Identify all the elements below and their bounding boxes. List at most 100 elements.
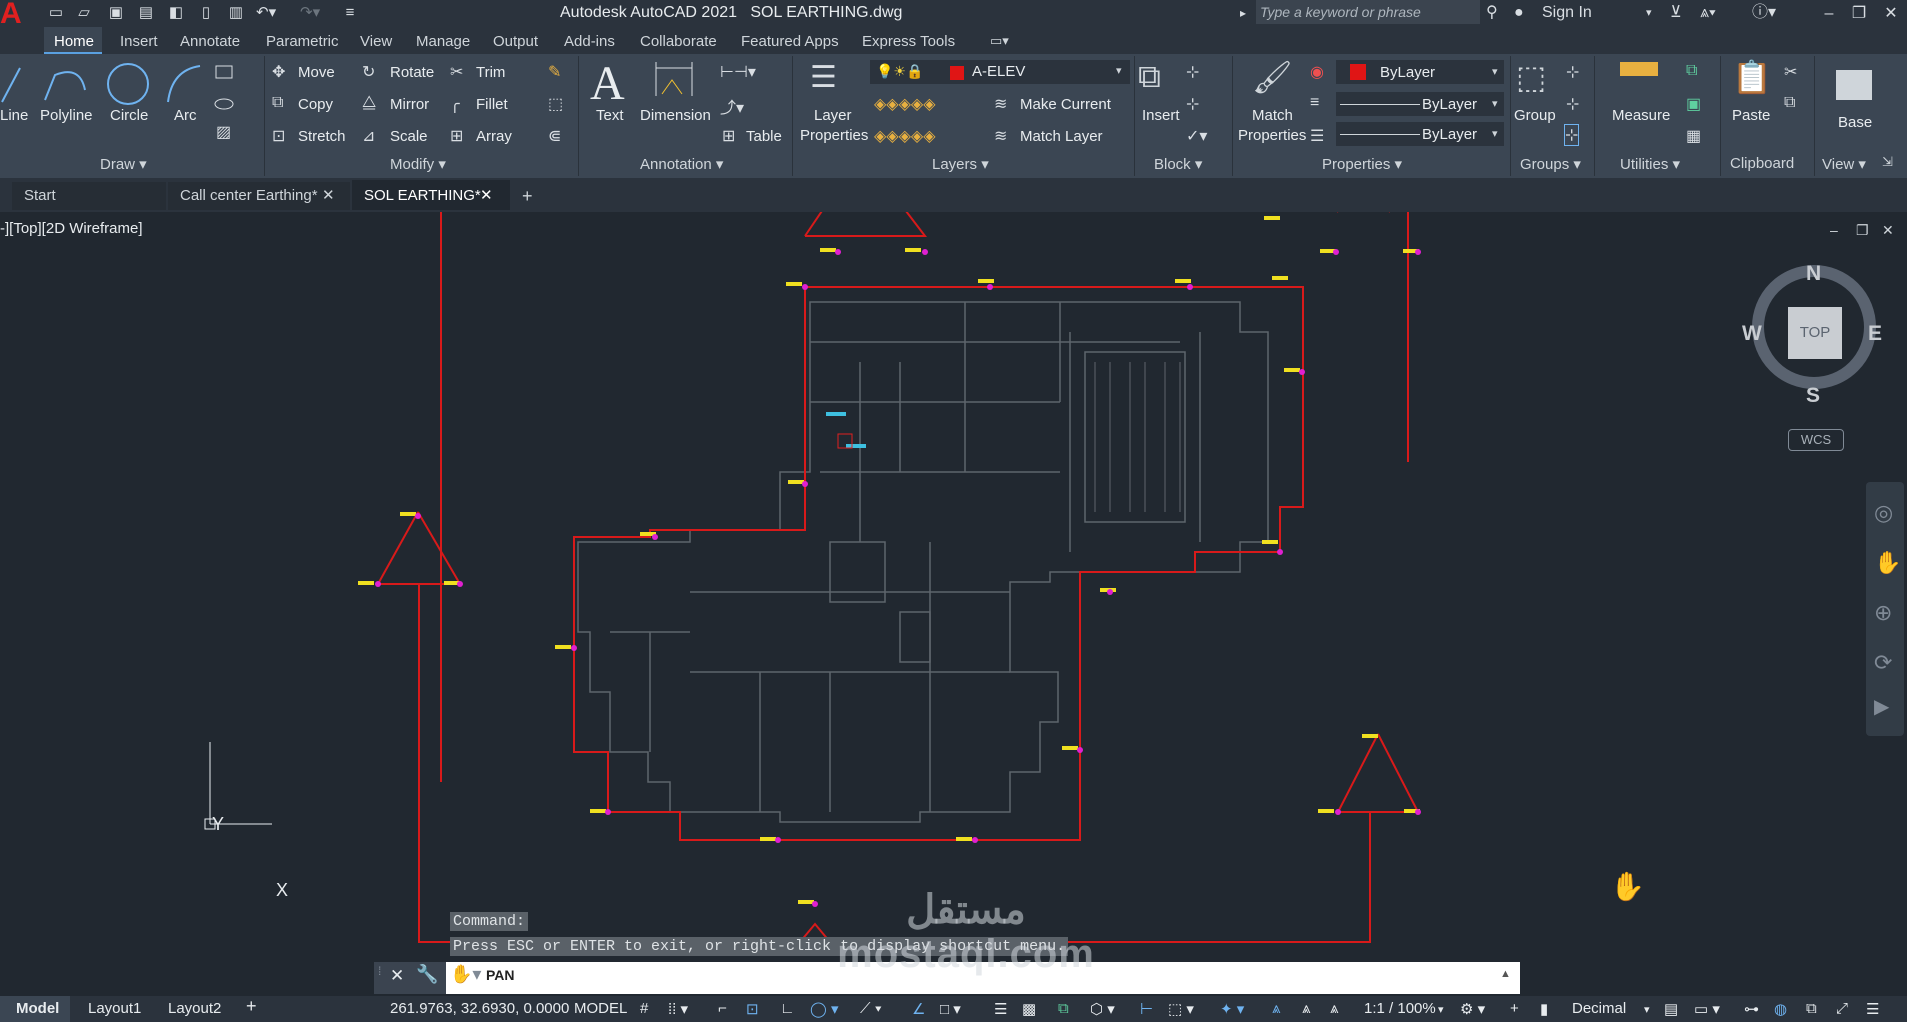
full-screen-icon[interactable]: ⤢ bbox=[1836, 1000, 1848, 1017]
dynamic-ucs-icon[interactable]: ⊢ bbox=[1140, 1000, 1153, 1018]
match-properties-button-line2[interactable]: Properties bbox=[1238, 127, 1306, 144]
annotation-panel-title[interactable]: Annotation ▾ bbox=[640, 155, 723, 173]
ungroup-icon[interactable]: ⊹ bbox=[1566, 62, 1579, 82]
draw-panel-title[interactable]: Draw ▾ bbox=[100, 155, 147, 173]
tab-call-center-earthing[interactable]: Call center Earthing* bbox=[180, 184, 318, 208]
search-expand-icon[interactable]: ▸ bbox=[1240, 3, 1246, 23]
tab-featured-apps[interactable]: Featured Apps bbox=[741, 33, 839, 50]
view-panel-title[interactable]: View ▾ bbox=[1822, 155, 1866, 173]
transparency-icon[interactable]: ▩ bbox=[1022, 1000, 1036, 1018]
properties-panel-title[interactable]: Properties ▾ bbox=[1322, 155, 1402, 173]
annotation-visibility-icon[interactable]: ⩓ bbox=[1272, 1000, 1280, 1017]
insert-button[interactable]: Insert bbox=[1142, 107, 1180, 124]
workspace-switch-icon[interactable]: ⚙ ▾ bbox=[1460, 1000, 1485, 1018]
table-button[interactable]: Table bbox=[746, 128, 782, 145]
new-file-icon[interactable]: ▭ bbox=[46, 3, 66, 23]
ortho-mode-icon[interactable]: ∟ bbox=[780, 1000, 795, 1017]
layout1-tab[interactable]: Layout1 bbox=[88, 1000, 141, 1017]
publish-icon[interactable]: ◧ bbox=[166, 3, 186, 23]
paste-button[interactable]: Paste bbox=[1732, 107, 1770, 124]
block-attributes-icon[interactable]: ✓▾ bbox=[1186, 126, 1207, 146]
close-tab-icon[interactable]: ✕ bbox=[480, 184, 493, 208]
tab-view[interactable]: View bbox=[360, 33, 392, 50]
tab-parametric[interactable]: Parametric bbox=[266, 33, 339, 50]
open-file-icon[interactable]: ▱ bbox=[74, 3, 94, 23]
close-command-line-icon[interactable]: ✕ bbox=[390, 966, 404, 986]
layout2-tab[interactable]: Layout2 bbox=[168, 1000, 221, 1017]
scale-button[interactable]: Scale bbox=[390, 128, 428, 145]
command-recent-icon[interactable]: ▲ bbox=[1500, 968, 1511, 980]
clean-screen-icon[interactable]: ⧉ bbox=[1806, 1000, 1817, 1017]
dimension-button[interactable]: Dimension bbox=[640, 107, 711, 124]
search-input[interactable]: Type a keyword or phrase bbox=[1256, 0, 1480, 24]
compass-north[interactable]: N bbox=[1806, 262, 1821, 286]
stretch-button[interactable]: Stretch bbox=[298, 128, 346, 145]
hatch-icon[interactable]: ▨ bbox=[216, 122, 231, 142]
tab-start[interactable]: Start bbox=[24, 184, 56, 208]
array-button[interactable]: Array bbox=[476, 128, 512, 145]
layer-dropdown-arrow-icon[interactable]: ▾ bbox=[1116, 64, 1122, 77]
measure-button[interactable]: Measure bbox=[1612, 107, 1670, 124]
snap-mode-icon[interactable]: ⁞⁞ ▾ bbox=[668, 1000, 688, 1018]
drag-grip-icon[interactable]: ⁞ bbox=[378, 964, 381, 978]
tab-annotate[interactable]: Annotate bbox=[180, 33, 240, 50]
tab-add-ins[interactable]: Add-ins bbox=[564, 33, 615, 50]
compass-west[interactable]: W bbox=[1742, 322, 1762, 346]
offset-icon[interactable]: ⋐ bbox=[548, 126, 561, 146]
erase-icon[interactable]: ✎ bbox=[548, 62, 561, 82]
search-icon[interactable]: ⚲ bbox=[1486, 3, 1498, 23]
explode-icon[interactable]: ⬚ bbox=[548, 94, 563, 114]
select-all-icon[interactable]: ▣ bbox=[1686, 94, 1701, 114]
add-layout-icon[interactable]: + bbox=[246, 996, 257, 1017]
text-button[interactable]: Text bbox=[596, 107, 624, 124]
infer-constraints-icon[interactable]: ⌐ bbox=[718, 1000, 727, 1017]
autocad-logo-icon[interactable]: A bbox=[0, 0, 30, 29]
viewcube-top-face[interactable]: TOP bbox=[1788, 307, 1842, 359]
auto-scale-icon[interactable]: ⩓ bbox=[1302, 1000, 1310, 1017]
trim-button[interactable]: Trim bbox=[476, 64, 505, 81]
3d-object-snap-icon[interactable]: ⬡ ▾ bbox=[1090, 1000, 1115, 1018]
isometric-drafting-icon[interactable]: ⟋ ▾ bbox=[860, 1000, 882, 1017]
plot-icon[interactable]: ▥ bbox=[226, 3, 246, 23]
color-dropdown-arrow-icon[interactable]: ▾ bbox=[1492, 65, 1498, 78]
quick-properties-icon[interactable]: ▤ bbox=[1664, 1000, 1678, 1018]
customization-menu-icon[interactable]: ☰ bbox=[1866, 1000, 1879, 1018]
layer-properties-button-line2[interactable]: Properties bbox=[800, 127, 868, 144]
compass-south[interactable]: S bbox=[1806, 384, 1820, 408]
cut-icon[interactable]: ✂ bbox=[1784, 62, 1797, 82]
utilities-panel-title[interactable]: Utilities ▾ bbox=[1620, 155, 1680, 173]
copy-clip-icon[interactable]: ⧉ bbox=[1784, 94, 1795, 112]
annotation-monitor-icon[interactable]: + bbox=[1510, 1000, 1519, 1017]
graphics-performance-icon[interactable]: ◍ bbox=[1774, 1000, 1787, 1018]
close-window-icon[interactable]: ✕ bbox=[1876, 0, 1906, 27]
layer-tools-row2-icon[interactable]: ◈◈◈◈◈ bbox=[874, 126, 936, 146]
match-layer-button[interactable]: Match Layer bbox=[1020, 128, 1103, 145]
sign-in-dropdown-icon[interactable]: ▾ bbox=[1646, 3, 1652, 23]
save-as-icon[interactable]: ▤ bbox=[136, 3, 156, 23]
layer-tools-row1-icon[interactable]: ◈◈◈◈◈ bbox=[874, 94, 936, 114]
tab-manage[interactable]: Manage bbox=[416, 33, 470, 50]
compass-east[interactable]: E bbox=[1868, 322, 1882, 346]
zoom-extents-icon[interactable]: ⊕ bbox=[1874, 600, 1892, 626]
steering-wheel-icon[interactable]: ◎ bbox=[1874, 500, 1893, 526]
object-snap-tracking-icon[interactable]: ∠ bbox=[912, 1000, 925, 1018]
model-tab[interactable]: Model bbox=[16, 1000, 59, 1017]
tab-sol-earthing[interactable]: SOL EARTHING* bbox=[364, 184, 481, 208]
tab-express-tools[interactable]: Express Tools bbox=[862, 33, 955, 50]
close-tab-icon[interactable]: ✕ bbox=[322, 184, 335, 208]
make-current-button[interactable]: Make Current bbox=[1020, 96, 1111, 113]
group-edit-icon[interactable]: ⊹ bbox=[1566, 94, 1579, 114]
lock-ui-icon[interactable]: ▭ ▾ bbox=[1694, 1000, 1720, 1018]
panel-launcher-icon[interactable]: ⇲ bbox=[1882, 154, 1893, 170]
modify-panel-title[interactable]: Modify ▾ bbox=[390, 155, 446, 173]
new-tab-icon[interactable]: + bbox=[522, 184, 533, 208]
minimize-icon[interactable]: – bbox=[1814, 0, 1844, 27]
layers-panel-title[interactable]: Layers ▾ bbox=[932, 155, 989, 173]
polyline-button[interactable]: Polyline bbox=[40, 107, 93, 124]
match-properties-button[interactable]: Match bbox=[1252, 107, 1293, 124]
annotation-scale-value[interactable]: 1:1 / 100% bbox=[1364, 1000, 1436, 1017]
isolate-objects-icon[interactable]: ⊶ bbox=[1744, 1000, 1759, 1018]
layer-properties-button[interactable]: Layer bbox=[814, 107, 852, 124]
store-icon[interactable]: ⊻ bbox=[1670, 3, 1682, 23]
copy-button[interactable]: Copy bbox=[298, 96, 333, 113]
